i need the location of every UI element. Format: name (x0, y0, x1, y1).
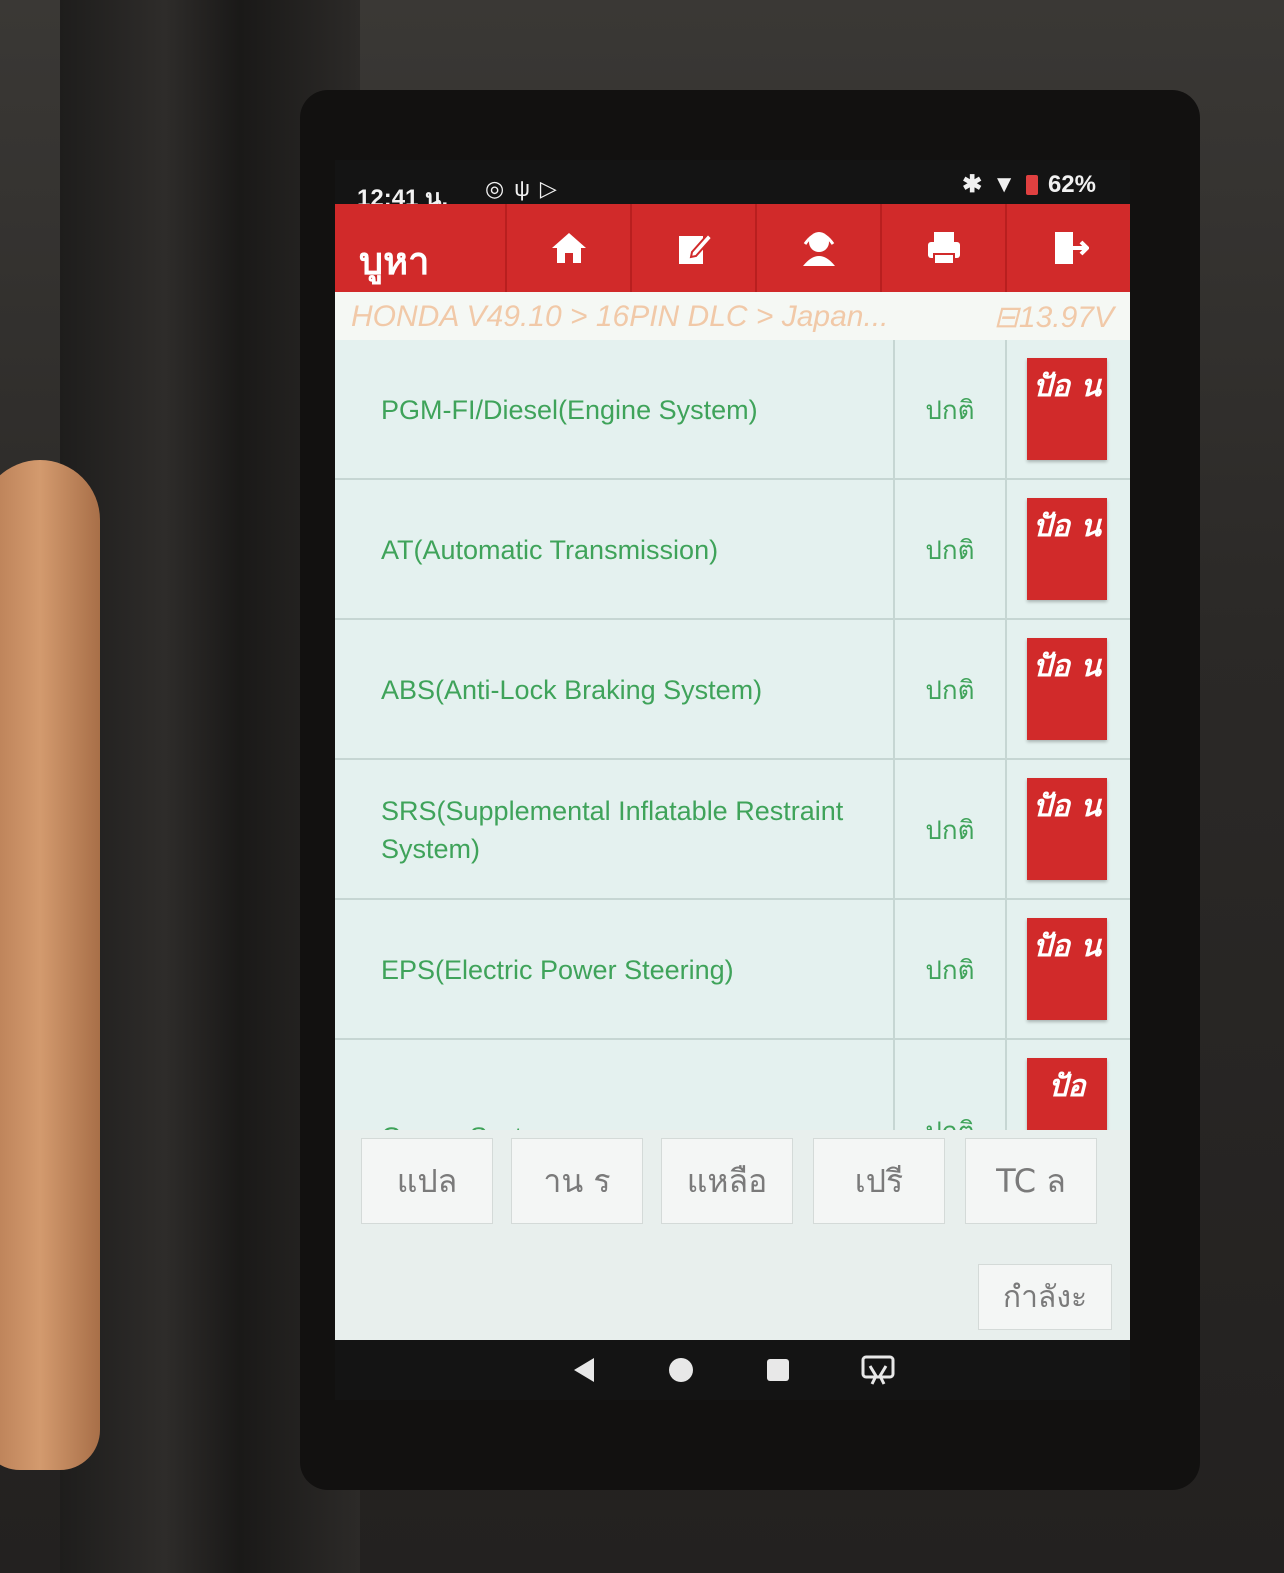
usb-icon: ψ (514, 176, 540, 201)
exit-button[interactable] (1005, 204, 1130, 292)
column-divider (1005, 340, 1007, 480)
bluetooth-icon: ✱ (962, 171, 983, 198)
bottom-toolbar: แปล าน ร แหลือ เปรี TC ล กำลังะ (335, 1130, 1130, 1340)
system-row[interactable]: ABS(Anti-Lock Braking System) ปกติ ปัอ น (335, 620, 1130, 760)
breadcrumb-path: HONDA V49.10 > 16PIN DLC > Japan... (351, 300, 889, 333)
android-nav-bar (335, 1340, 1130, 1400)
system-row[interactable]: PGM-FI/Diesel(Engine System) ปกติ ปัอ น (335, 340, 1130, 480)
car-battery-icon: ⊟ (993, 301, 1019, 334)
system-row[interactable]: EPS(Electric Power Steering) ปกติ ปัอ น (335, 900, 1130, 1040)
battery-percent: 62% (1047, 170, 1096, 198)
edit-button[interactable] (630, 204, 755, 292)
play-icon: ▷ (539, 176, 567, 201)
system-row[interactable]: AT(Automatic Transmission) ปกติ ปัอ น (335, 480, 1130, 620)
back-icon (573, 1358, 594, 1382)
back-button[interactable] (570, 1355, 598, 1385)
status-bar: 12:41 น. ◎ψ▷ ✱ ▼ 62% (335, 160, 1130, 213)
device-screen: 12:41 น. ◎ψ▷ ✱ ▼ 62% บูหา HONDA V49.10 >… (335, 160, 1130, 1400)
column-divider (1005, 1040, 1007, 1130)
vci-icon (861, 1355, 894, 1385)
toolbar-button-1[interactable]: แปล (361, 1138, 493, 1224)
app-title: บูหา (359, 239, 430, 283)
app-header: บูหา (335, 204, 1130, 292)
battery-voltage: ⊟13.97V (994, 300, 1114, 335)
recents-button[interactable] (764, 1356, 792, 1384)
breadcrumb: HONDA V49.10 > 16PIN DLC > Japan... ⊟13.… (335, 292, 1130, 340)
home-icon (551, 233, 586, 263)
system-name: SRS(Supplemental Inflatable Restraint Sy… (381, 796, 844, 864)
enter-system-button[interactable]: ปัอ น (1027, 918, 1107, 1020)
toolbar-button-5[interactable]: TC ล (965, 1138, 1097, 1224)
system-status: ปกติ (925, 535, 975, 566)
home-button[interactable] (505, 204, 630, 292)
print-button[interactable] (880, 204, 1005, 292)
circle-icon (668, 1358, 693, 1382)
enter-system-button[interactable]: ปัอ (1027, 1058, 1107, 1130)
status-button[interactable]: กำลังะ (978, 1264, 1112, 1330)
vci-button[interactable] (860, 1354, 896, 1386)
enter-system-button[interactable]: ปัอ น (1027, 358, 1107, 460)
toolbar-button-4[interactable]: เปรี (813, 1138, 945, 1224)
column-divider (1005, 760, 1007, 900)
wifi-icon: ▼ (992, 170, 1016, 198)
system-status: ปกติ (895, 1040, 1005, 1130)
system-row[interactable]: Gauge System ปกติ ปัอ (335, 1040, 1130, 1130)
column-divider (1005, 900, 1007, 1040)
voltage-value: 13.97V (1018, 301, 1114, 334)
column-divider (1005, 620, 1007, 760)
whatsapp-icon: ◎ (485, 176, 515, 201)
toolbar-button-3[interactable]: แหลือ (661, 1138, 793, 1224)
system-status: ปกติ (925, 815, 975, 846)
toolbar-button-2[interactable]: าน ร (511, 1138, 643, 1224)
column-divider (1005, 480, 1007, 620)
finger (0, 460, 100, 1470)
system-name: Gauge System (381, 1040, 891, 1130)
system-status: ปกติ (925, 395, 975, 426)
system-list: PGM-FI/Diesel(Engine System) ปกติ ปัอ น … (335, 340, 1130, 1130)
enter-system-button[interactable]: ปัอ น (1027, 638, 1107, 740)
enter-system-button[interactable]: ปัอ น (1027, 778, 1107, 880)
exit-icon (1054, 232, 1089, 264)
status-left-icons: ◎ψ▷ (485, 176, 567, 202)
system-name: EPS(Electric Power Steering) (381, 955, 734, 985)
square-icon (766, 1359, 789, 1381)
system-row[interactable]: SRS(Supplemental Inflatable Restraint Sy… (335, 760, 1130, 900)
print-icon (927, 232, 960, 265)
system-status: ปกติ (925, 955, 975, 986)
system-name: PGM-FI/Diesel(Engine System) (381, 395, 758, 425)
system-status: ปกติ (925, 675, 975, 706)
support-button[interactable] (755, 204, 880, 292)
system-name: AT(Automatic Transmission) (381, 535, 719, 565)
edit-icon (678, 232, 713, 264)
enter-system-button[interactable]: ปัอ น (1027, 498, 1107, 600)
battery-icon (1025, 174, 1038, 195)
home-nav-button[interactable] (666, 1355, 696, 1385)
status-right: ✱ ▼ 62% (962, 170, 1096, 199)
support-icon (802, 232, 835, 266)
system-name: ABS(Anti-Lock Braking System) (381, 675, 763, 705)
